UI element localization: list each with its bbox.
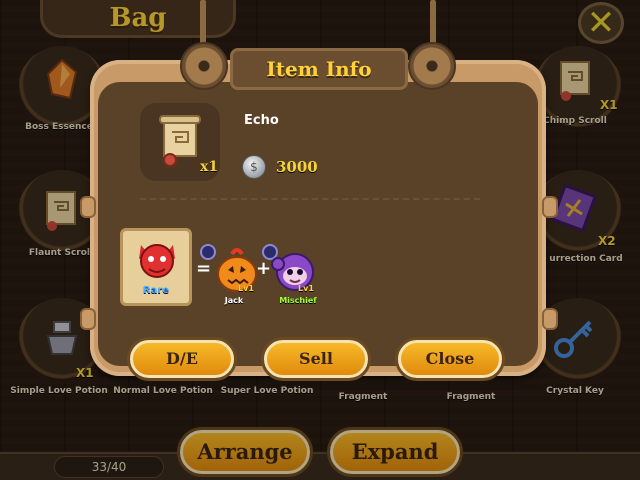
close-button[interactable]: Close — [398, 340, 502, 378]
dialog-handle — [542, 196, 558, 218]
result-monster-card: Rare — [120, 228, 192, 306]
equals-sign: = — [196, 258, 212, 279]
item-price: 3000 — [276, 158, 318, 176]
red-monster-icon — [139, 244, 175, 278]
pulley-wheel-icon — [408, 42, 456, 90]
pulley-wheel-icon — [180, 42, 228, 90]
dialog-title: Item Info — [230, 48, 408, 90]
monster-level: Lv1 — [298, 284, 314, 293]
de-button[interactable]: D/E — [130, 340, 234, 378]
scroll-icon — [159, 115, 201, 167]
item-quantity: x1 — [200, 159, 219, 175]
monster-name: Mischief — [279, 296, 317, 305]
plus-sign: + — [256, 258, 272, 279]
monster-name: Jack — [224, 296, 244, 305]
sell-button[interactable]: Sell — [264, 340, 368, 378]
silver-coin-icon: $ — [242, 155, 266, 179]
rarity-label: Rare — [142, 285, 170, 296]
dialog-handle — [80, 308, 96, 330]
item-name: Echo — [244, 113, 279, 128]
divider — [140, 198, 480, 200]
monster-level: Lv1 — [238, 284, 254, 293]
dialog-handle — [542, 308, 558, 330]
dialog-handle — [80, 196, 96, 218]
